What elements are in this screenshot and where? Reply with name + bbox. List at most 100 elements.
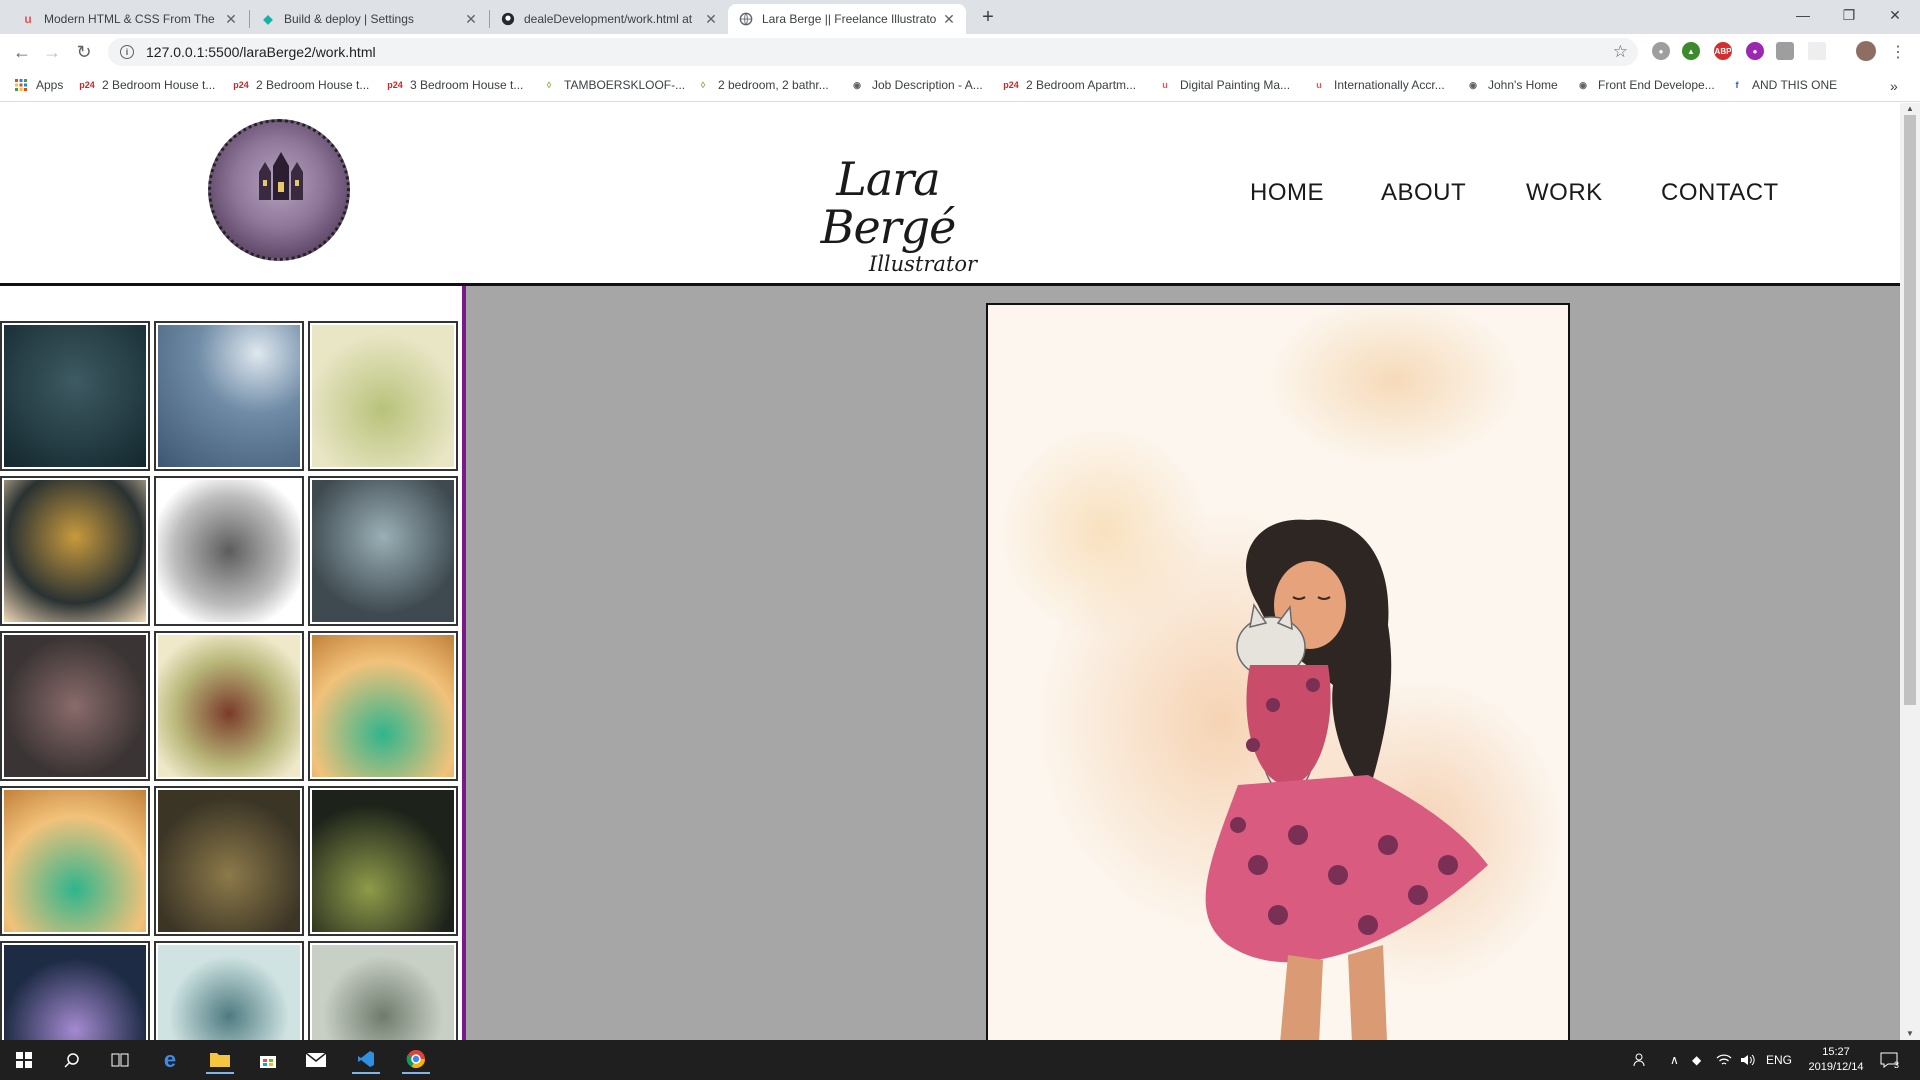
browser-tab-1[interactable]: u Modern HTML & CSS From The B ✕ [10,4,248,34]
bookmark-label: Internationally Accr... [1334,78,1445,92]
close-icon[interactable]: ✕ [224,11,238,28]
close-icon[interactable]: ✕ [704,11,718,28]
adblock-icon[interactable]: ABP [1714,42,1732,60]
restore-button[interactable]: ❐ [1826,0,1872,30]
extension-blank-icon[interactable] [1808,42,1826,60]
scroll-down-arrow[interactable]: ▼ [1900,1028,1920,1040]
volume-icon[interactable] [1740,1040,1756,1080]
castle-icon [259,152,303,200]
bookmark-item[interactable]: ◉ Job Description - A... [850,78,983,92]
bookmark-label: 2 Bedroom House t... [256,78,370,92]
bookmark-item[interactable]: ◉ John's Home [1466,78,1558,92]
info-icon[interactable]: i [120,45,134,59]
nav-home[interactable]: HOME [1250,179,1324,207]
people-icon[interactable] [1632,1040,1648,1080]
castle-logo-emblem[interactable] [208,119,350,261]
tray-overflow-icon[interactable]: ∧ [1670,1040,1679,1080]
mail-icon[interactable] [302,1046,330,1074]
p24-icon: p24 [79,80,95,90]
gallery-thumbnail[interactable] [0,631,150,781]
nav-about[interactable]: ABOUT [1381,179,1466,207]
udemy-icon: u [24,12,32,26]
bookmark-item[interactable]: p24 3 Bedroom House t... [387,78,523,92]
dropbox-icon[interactable]: ◆ [1692,1040,1701,1080]
bookmark-label: 2 Bedroom Apartm... [1026,78,1137,92]
extension-shield-icon[interactable] [1776,42,1794,60]
search-icon[interactable] [58,1046,86,1074]
task-view-icon[interactable] [106,1046,134,1074]
minimize-button[interactable]: — [1780,0,1826,30]
nav-contact[interactable]: CONTACT [1661,179,1779,207]
address-bar[interactable]: i 127.0.0.1:5500/laraBerge2/work.html ☆ [108,38,1638,66]
extension-purple-icon[interactable]: ● [1746,42,1764,60]
edge-icon[interactable]: e [156,1046,184,1074]
browser-tab-4-active[interactable]: Lara Berge || Freelance Illustrator ✕ [728,4,966,34]
bookmark-item[interactable]: u Digital Painting Ma... [1158,78,1290,92]
extension-tree-icon[interactable]: ▲ [1682,42,1700,60]
bookmark-item[interactable]: ◊ 2 bedroom, 2 bathr... [696,78,829,92]
browser-tab-3[interactable]: dealeDevelopment/work.html at ✕ [490,4,728,34]
extension-bug-icon[interactable]: ● [1652,42,1670,60]
notification-count: 3 [1894,1060,1900,1070]
gallery-thumbnail[interactable] [308,941,458,1040]
close-icon[interactable]: ✕ [942,11,956,28]
nav-work[interactable]: WORK [1526,179,1603,207]
gallery-thumbnail[interactable] [154,631,304,781]
browser-tab-bar: u Modern HTML & CSS From The B ✕ ◆ Build… [0,0,1920,34]
leaf-icon: ◊ [546,80,552,90]
udemy-icon: u [1316,80,1322,90]
profile-avatar[interactable] [1856,41,1876,61]
featured-illustration[interactable] [986,303,1570,1040]
gallery-thumbnail[interactable] [308,631,458,781]
gallery-thumbnail[interactable] [154,476,304,626]
gallery-thumbnail[interactable] [308,786,458,936]
close-icon[interactable]: ✕ [464,11,478,28]
browser-tab-2[interactable]: ◆ Build & deploy | Settings ✕ [250,4,488,34]
language-indicator[interactable]: ENG [1766,1040,1792,1080]
system-clock[interactable]: 15:27 2019/12/14 [1806,1040,1866,1080]
bookmark-apps[interactable]: Apps [14,78,63,92]
bookmark-item[interactable]: ◊ TAMBOERSKLOOF-... [542,78,685,92]
windows-taskbar: e ∧ ◆ ENG 15:27 2019/12/14 3 [0,1040,1920,1080]
brand-logo[interactable]: Lara Bergé Illustrator [778,155,998,276]
gallery-thumbnail[interactable] [308,321,458,471]
vscode-icon[interactable] [352,1046,380,1074]
file-explorer-icon[interactable] [206,1046,234,1074]
tab-title: Lara Berge || Freelance Illustrator [762,12,936,26]
bookmark-label: 2 Bedroom House t... [102,78,216,92]
gallery-thumbnail[interactable] [154,321,304,471]
bookmark-item[interactable]: f AND THIS ONE [1730,78,1838,92]
globe-icon: ◉ [1469,79,1477,90]
bookmark-item[interactable]: p24 2 Bedroom Apartm... [1003,78,1137,92]
close-window-button[interactable]: ✕ [1872,0,1918,30]
gallery-thumbnail[interactable] [0,941,150,1040]
gallery-thumbnail[interactable] [154,786,304,936]
scroll-up-arrow[interactable]: ▲ [1900,103,1920,115]
gallery-thumbnail[interactable] [154,941,304,1040]
gallery-thumbnail[interactable] [0,786,150,936]
gallery-thumbnail[interactable] [0,476,150,626]
gallery-thumbnail[interactable] [308,476,458,626]
brand-name: Lara Bergé [820,152,957,254]
chrome-icon[interactable] [402,1046,430,1074]
bookmark-item[interactable]: u Internationally Accr... [1312,78,1445,92]
brand-subtitle: Illustrator [868,252,978,276]
back-button[interactable]: ← [10,40,34,64]
gallery-thumbnail[interactable] [0,321,150,471]
forward-button[interactable]: → [40,40,64,64]
new-tab-button[interactable]: + [976,6,1000,29]
bookmark-item[interactable]: ◉ Front End Develope... [1576,78,1715,92]
bookmark-item[interactable]: p24 2 Bedroom House t... [79,78,216,92]
reload-button[interactable]: ↻ [72,40,96,64]
bookmark-star-icon[interactable]: ☆ [1613,42,1628,62]
menu-kebab-icon[interactable]: ⋮ [1886,40,1910,64]
wifi-icon[interactable] [1716,1040,1732,1080]
bookmarks-overflow-button[interactable]: » [1890,78,1898,94]
scrollbar-thumb[interactable] [1904,115,1916,705]
page-scrollbar[interactable]: ▲ ▼ [1900,103,1920,1040]
store-icon[interactable] [254,1046,282,1074]
windows-start-icon[interactable] [10,1046,38,1074]
bookmark-item[interactable]: p24 2 Bedroom House t... [233,78,370,92]
notifications-icon[interactable]: 3 [1880,1040,1899,1080]
bookmark-label: Digital Painting Ma... [1180,78,1291,92]
